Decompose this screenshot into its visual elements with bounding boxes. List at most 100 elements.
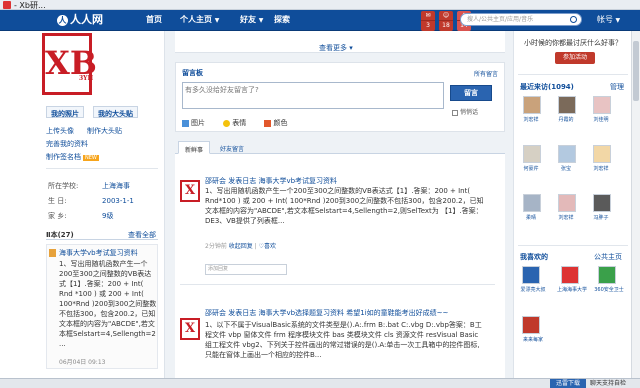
view-more-link[interactable]: 查看更多 ▾ xyxy=(319,43,353,53)
tab-my-photos[interactable]: 我的照片 xyxy=(46,106,84,118)
favorite-page-icon[interactable] xyxy=(522,266,540,284)
favorite-page-icon[interactable] xyxy=(598,266,616,284)
collapse-replies-link[interactable]: 收起回复 xyxy=(229,243,253,250)
whisper-checkbox[interactable]: 悄悄话 xyxy=(452,107,478,116)
edit-profile-link[interactable]: 完善我的资料 xyxy=(46,139,88,149)
search-input[interactable]: 搜人/公共主页/应用/音乐 xyxy=(460,13,582,26)
tab-big-avatar[interactable]: 我的大头贴 xyxy=(93,106,138,118)
account-menu[interactable]: 帐号 ▼ xyxy=(597,14,620,25)
join-activity-button[interactable]: 参加活动 xyxy=(555,52,595,64)
upload-avatar-link[interactable]: 上传头像 xyxy=(46,126,74,136)
reply-input[interactable]: 添加回复 xyxy=(205,264,287,275)
promo-text: 小时候的你都最讨厌什么好事？ xyxy=(524,39,622,47)
tab-news-feed[interactable]: 新鲜事 xyxy=(178,141,211,154)
visitor-avatar[interactable] xyxy=(593,194,611,212)
manage-link[interactable]: 管理 xyxy=(610,82,624,92)
visitor-name[interactable]: 刘宏祥 xyxy=(518,116,544,123)
favorite-page-icon[interactable] xyxy=(561,266,579,284)
make-sticker-link[interactable]: 制作大头贴 xyxy=(87,126,122,136)
palette-icon xyxy=(264,119,272,127)
visitor-name[interactable]: 刘宏祥 xyxy=(588,165,614,172)
browser-title-bar: - Xb研... xyxy=(0,0,640,10)
favorite-page-name[interactable]: 上海海事大学 xyxy=(555,286,589,293)
download-button[interactable]: 迅雷下载 xyxy=(550,379,586,388)
image-icon xyxy=(182,119,189,127)
status-bar: 迅雷下载 聊天支持自检 xyxy=(0,378,640,388)
color-tool[interactable]: 颜色 xyxy=(264,119,295,127)
divider xyxy=(46,168,158,169)
profile-avatar[interactable]: XB 3YH xyxy=(37,33,100,97)
visitor-avatar[interactable] xyxy=(523,194,541,212)
page-favicon-icon xyxy=(3,1,11,9)
share-title-link[interactable]: 海事大学vb考试复习资料 xyxy=(59,248,138,258)
favorite-page-icon[interactable] xyxy=(522,316,540,334)
new-badge: NEW xyxy=(83,155,99,161)
nav-friends[interactable]: 好友 ▼ xyxy=(240,14,263,25)
emoji-tool[interactable]: 表情 xyxy=(223,119,254,127)
feed-item-heading[interactable]: 邵研会 发表日志 海事大学vb考试复习资料 xyxy=(205,176,337,186)
chevron-down-icon: ▼ xyxy=(258,17,264,24)
public-pages-link[interactable]: 公共主页 xyxy=(594,252,622,262)
search-icon[interactable] xyxy=(570,16,577,23)
insert-image-tool[interactable]: 图片 xyxy=(182,119,213,127)
visitor-avatar[interactable] xyxy=(593,145,611,163)
visitor-avatar[interactable] xyxy=(558,194,576,212)
chevron-down-icon: ▼ xyxy=(615,17,621,24)
feed-avatar[interactable]: X xyxy=(180,180,200,202)
visitor-avatar[interactable] xyxy=(558,145,576,163)
favorite-page-name[interactable]: 360安全卫士 xyxy=(592,286,626,293)
favorites-header: 我喜欢的 xyxy=(520,253,548,261)
nav-profile[interactable]: 个人主页 ▼ xyxy=(180,14,219,25)
request-icon: ☺ xyxy=(439,11,453,21)
chevron-down-icon: ▼ xyxy=(214,17,220,24)
visitor-name[interactable]: 丹霞的 xyxy=(553,116,579,123)
school-link[interactable]: 上海海事 xyxy=(102,180,156,193)
guestbook-input[interactable] xyxy=(182,82,444,109)
nav-home[interactable]: 首页 xyxy=(146,14,162,25)
visitor-avatar[interactable] xyxy=(523,145,541,163)
favorite-page-name[interactable]: 来来每家 xyxy=(516,336,550,343)
divider xyxy=(518,74,628,75)
feed-avatar[interactable]: X xyxy=(180,318,200,340)
request-badge[interactable]: ☺ 18 xyxy=(439,11,453,31)
visitor-name[interactable]: 冯胖子 xyxy=(588,214,614,221)
visitor-avatar[interactable] xyxy=(523,96,541,114)
document-icon xyxy=(49,249,56,257)
site-logo[interactable]: 人人人网 xyxy=(57,11,103,27)
visitor-name[interactable]: 张宝 xyxy=(553,165,579,172)
post-message-button[interactable]: 留言 xyxy=(450,85,492,101)
feed-item-meta: 2分钟前 收起回复 | ♡喜欢 xyxy=(205,243,277,250)
chat-check-link[interactable]: 聊天支持自检 xyxy=(590,379,626,388)
vertical-scrollbar[interactable] xyxy=(631,31,640,378)
like-link[interactable]: ♡喜欢 xyxy=(259,243,276,250)
nav-explore[interactable]: 探索 xyxy=(274,14,290,25)
guestbook-panel: 留言板 所有留言 留言 悄悄话 图片 表情 颜色 xyxy=(175,62,505,132)
all-messages-link[interactable]: 所有留言 xyxy=(474,69,498,78)
visitor-name[interactable]: 刘佳明 xyxy=(588,116,614,123)
visitor-name[interactable]: 刘宏祥 xyxy=(553,214,579,221)
seal-logo: XB 3YH xyxy=(42,33,97,95)
feed-item-body: 1、以下不属于VisualBasic系统的文件类型是().A:.frm B:.b… xyxy=(205,321,482,359)
message-badge[interactable]: ✉ 3 xyxy=(421,11,435,31)
guestbook-tools: 图片 表情 颜色 xyxy=(182,118,303,128)
share-section-header: Ⅱ本(27) 查看全部 xyxy=(46,228,158,240)
favorite-page-name[interactable]: 爱漂亮大叔 xyxy=(516,286,550,293)
divider xyxy=(518,245,628,246)
smiley-icon xyxy=(223,119,231,127)
feed-divider xyxy=(180,284,495,285)
tab-friend-messages[interactable]: 好友留言 xyxy=(214,141,250,154)
message-icon: ✉ xyxy=(421,11,435,21)
visitor-avatar[interactable] xyxy=(558,96,576,114)
middle-top-panel: 查看更多 ▾ xyxy=(175,31,505,53)
visitor-name[interactable]: 柔晴 xyxy=(518,214,544,221)
signature-link[interactable]: 制作签名档 NEW xyxy=(46,152,99,162)
recent-visitors-header[interactable]: 最近来访(1094) xyxy=(520,82,574,92)
feed-item-heading[interactable]: 邵研会 发表日志 海事大学vb选择题复习资料 希望1i如的童鞋能考出好成绩~~ xyxy=(205,308,448,318)
profile-info: 所在学校: 上海海事 生 日: 2003-1-1 家 乡: 9级 xyxy=(46,178,158,225)
checkbox-icon xyxy=(452,109,458,116)
view-all-link[interactable]: 查看全部 xyxy=(128,230,156,240)
scrollbar-thumb[interactable] xyxy=(633,41,639,101)
visitor-name[interactable]: 何豪芹 xyxy=(518,165,544,172)
feed-item-body: 1、写出用随机函数产生一个200至300之间整数的VB表达式【1】.答案：200… xyxy=(205,187,484,225)
visitor-avatar[interactable] xyxy=(593,96,611,114)
